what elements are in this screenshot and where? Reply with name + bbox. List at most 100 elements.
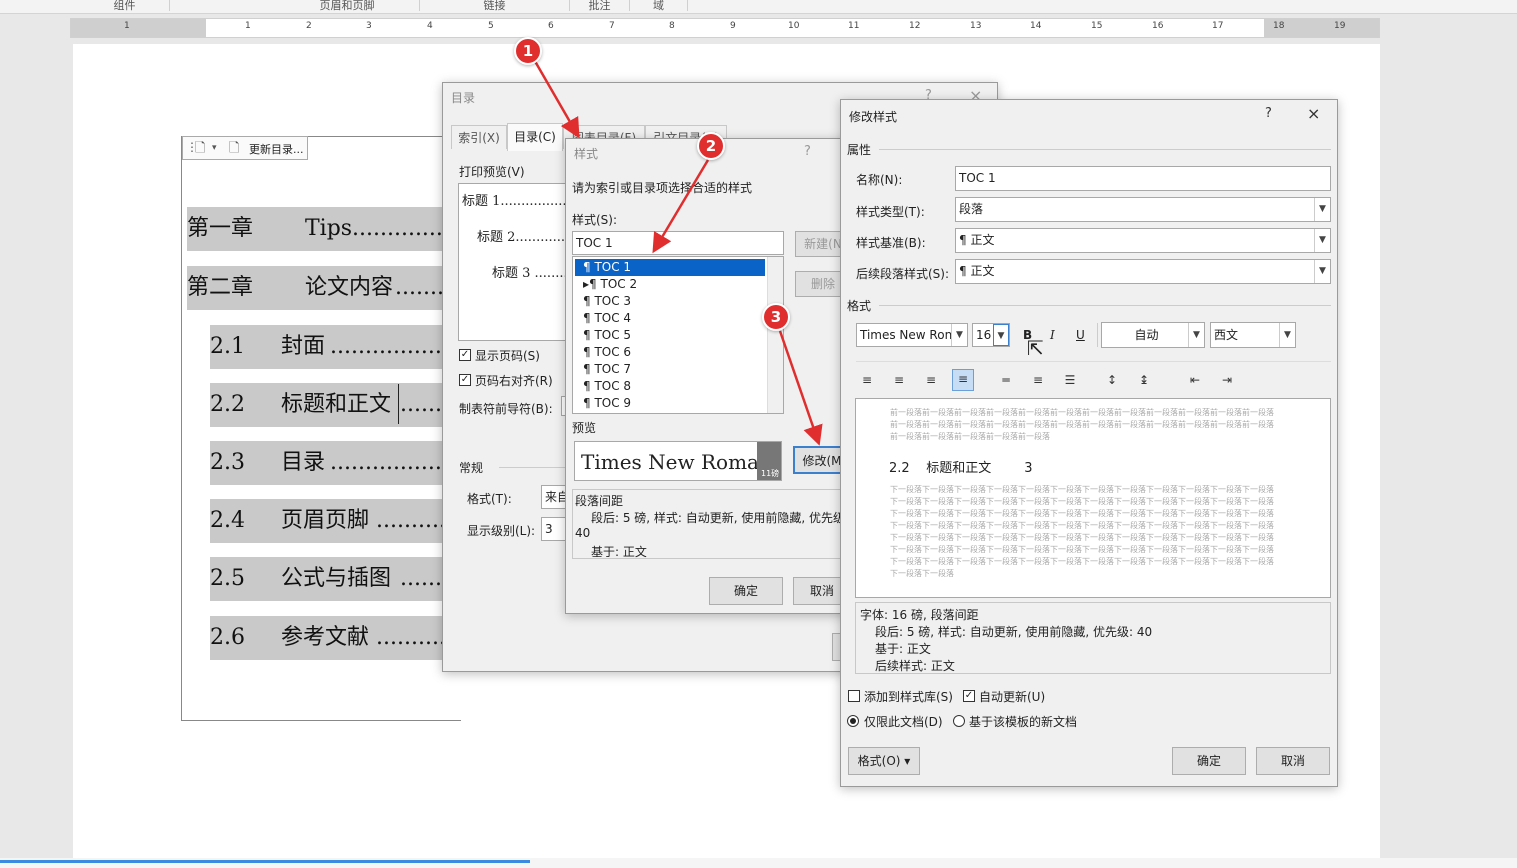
line-spacing-double-icon[interactable]: ☰ (1061, 371, 1079, 389)
next-style-select[interactable]: ¶ 正文 ▼ (955, 259, 1331, 284)
list-item[interactable]: ¶ TOC 3 (575, 293, 765, 310)
document-icon[interactable]: 🗋 (195, 139, 205, 161)
toc-entry[interactable]: 2.1 封面 ................. (210, 325, 447, 369)
style-name-field[interactable]: TOC 1 (955, 166, 1331, 191)
toc-entry-leader: ...... (400, 392, 442, 417)
scrollbar[interactable] (767, 257, 783, 413)
toolbar-divider (1097, 323, 1098, 347)
video-progress-bar[interactable] (0, 860, 530, 863)
style-type-select[interactable]: 段落 ▼ (955, 197, 1331, 222)
toc-entry[interactable]: 第一章 Tips .................. (187, 207, 447, 251)
modify-preview-pane: 前一段落前一段落前一段落前一段落前一段落前一段落前一段落前一段落前一段落前一段落… (855, 398, 1331, 598)
ok-button[interactable]: 确定 (709, 577, 783, 605)
list-item-label: TOC 7 (594, 362, 632, 376)
font-name-select[interactable]: Times New Ron ▼ (856, 323, 968, 347)
align-right-icon[interactable]: ≡ (922, 371, 940, 389)
cancel-button[interactable]: 取消 (1256, 747, 1330, 775)
only-this-document-radio[interactable] (847, 715, 859, 727)
chevron-down-icon[interactable]: ▼ (951, 324, 967, 346)
update-toc-button[interactable]: 更新目录... (249, 141, 304, 157)
auto-update-checkbox[interactable]: ✓ (963, 690, 975, 702)
update-doc-icon[interactable]: 🗋 (229, 139, 239, 161)
show-page-numbers-checkbox[interactable]: ✓ (459, 349, 471, 361)
help-icon[interactable]: ? (804, 144, 811, 159)
close-icon[interactable]: × (1307, 104, 1320, 123)
based-on-select[interactable]: ¶ 正文 ▼ (955, 228, 1331, 253)
toc-entry[interactable]: 2.5 公式与插图 ...... (210, 557, 447, 601)
script-select[interactable]: 西文 ▼ (1210, 322, 1296, 348)
increase-spacing-icon[interactable]: ↕ (1103, 371, 1121, 389)
toc-entry-leader: ......... (395, 275, 447, 300)
style-list[interactable]: ¶ TOC 1 ▸¶ TOC 2 ¶ TOC 3 ¶ TOC 4 ¶ TOC 5… (572, 256, 784, 414)
chevron-down-icon[interactable]: ▼ (1314, 198, 1330, 221)
underline-button[interactable]: U (1076, 328, 1085, 342)
decrease-indent-icon[interactable]: ⇤ (1186, 371, 1204, 389)
justify-icon[interactable]: ≡ (952, 369, 974, 391)
chevron-down-icon[interactable]: ▼ (993, 324, 1009, 346)
section-divider (879, 149, 1331, 150)
preview-sample-text: 2.2 标题和正文 3 (889, 461, 1033, 476)
add-to-gallery-label: 添加到样式库(S) (864, 690, 953, 704)
chevron-down-icon[interactable]: ▼ (1314, 229, 1330, 252)
list-item[interactable]: ¶ TOC 9 (575, 395, 765, 412)
chevron-down-icon[interactable]: ▾ (212, 143, 217, 153)
increase-indent-icon[interactable]: ⇥ (1218, 371, 1236, 389)
chevron-down-icon[interactable]: ▼ (1188, 323, 1204, 347)
font-color-select[interactable]: 自动 ▼ (1101, 322, 1205, 348)
ruler-tick: 1 (245, 21, 251, 31)
toc-entry[interactable]: 2.2 标题和正文 ...... (210, 383, 447, 427)
toc-entry-title: 标题和正文 (281, 392, 392, 417)
horizontal-ruler[interactable]: 1 2 1 2 3 4 5 6 7 8 9 10 11 12 13 14 15 … (70, 18, 1380, 38)
list-item[interactable]: ¶ TOC 1 (575, 259, 765, 276)
preview-size-badge: 11磅 (757, 442, 781, 480)
list-item[interactable]: ¶ TOC 5 (575, 327, 765, 344)
right-align-checkbox[interactable]: ✓ (459, 374, 471, 386)
style-name-input[interactable]: TOC 1 (572, 231, 784, 255)
list-item[interactable]: ¶ TOC 4 (575, 310, 765, 327)
ruler-margin-left (71, 19, 206, 37)
list-item[interactable]: ¶ TOC 7 (575, 361, 765, 378)
list-item-label: TOC 3 (594, 294, 632, 308)
add-to-gallery-checkbox[interactable] (848, 690, 860, 702)
desc-line: 段后: 5 磅, 样式: 自动更新, 使用前隐藏, 优先级: 40 (875, 625, 1153, 639)
ok-button[interactable]: 确定 (1172, 747, 1246, 775)
chevron-down-icon[interactable]: ▼ (1279, 323, 1295, 347)
align-left-icon[interactable]: ≡ (858, 371, 876, 389)
list-item-label: TOC 9 (594, 396, 632, 410)
chevron-down-icon[interactable]: ▼ (1314, 260, 1330, 283)
tab-index[interactable]: 索引(X) (451, 125, 507, 149)
ruler-tick: 13 (970, 21, 982, 31)
ruler-tick: 4 (427, 21, 433, 31)
toc-entry[interactable]: 2.6 参考文献 ........... (210, 616, 447, 660)
decrease-spacing-icon[interactable]: ↨ (1135, 371, 1153, 389)
modify-style-description: 字体: 16 磅, 段落间距 段后: 5 磅, 样式: 自动更新, 使用前隐藏,… (855, 602, 1331, 674)
align-center-icon[interactable]: ≡ (890, 371, 908, 389)
toc-entry[interactable]: 第二章 论文内容 ......... (187, 266, 447, 310)
list-item[interactable]: ▸¶ TOC 2 (575, 276, 765, 293)
template-documents-radio[interactable] (953, 715, 965, 727)
toc-entry-title: 公式与插图 (281, 566, 392, 591)
next-style-value: ¶ 正文 (959, 264, 995, 278)
font-size-select[interactable]: 16 ▼ (972, 323, 1010, 347)
style-instruction: 请为索引或目录项选择合适的样式 (572, 181, 753, 195)
help-icon[interactable]: ? (1265, 106, 1272, 121)
toc-entry[interactable]: 2.3 目录 ................. (210, 441, 447, 485)
toc-entry[interactable]: 2.4 页眉页脚 ........... (210, 499, 447, 543)
line-spacing-single-icon[interactable]: ═ (997, 371, 1015, 389)
toc-entry-leader: ........... (376, 625, 447, 650)
tab-toc[interactable]: 目录(C) (507, 123, 563, 151)
style-preview-box: Times New Roman 11磅 (574, 441, 782, 481)
format-menu-button[interactable]: 格式(O) ▾ (848, 747, 920, 775)
italic-button[interactable]: I (1050, 328, 1055, 342)
ruler-tick: 5 (488, 21, 494, 31)
list-item-label: TOC 8 (594, 379, 632, 393)
line-spacing-one-half-icon[interactable]: ≡ (1029, 371, 1047, 389)
list-item[interactable]: ¶ TOC 8 (575, 378, 765, 395)
name-label: 名称(N): (856, 173, 903, 187)
toc-entry-leader: ...... (400, 566, 442, 591)
levels-label: 显示级别(L): (467, 524, 536, 538)
list-item[interactable]: ¶ TOC 6 (575, 344, 765, 361)
section-divider (879, 305, 1331, 306)
tab-leader-label: 制表符前导符(B): (459, 402, 553, 416)
toc-entry-title: 参考文献 (281, 625, 370, 650)
